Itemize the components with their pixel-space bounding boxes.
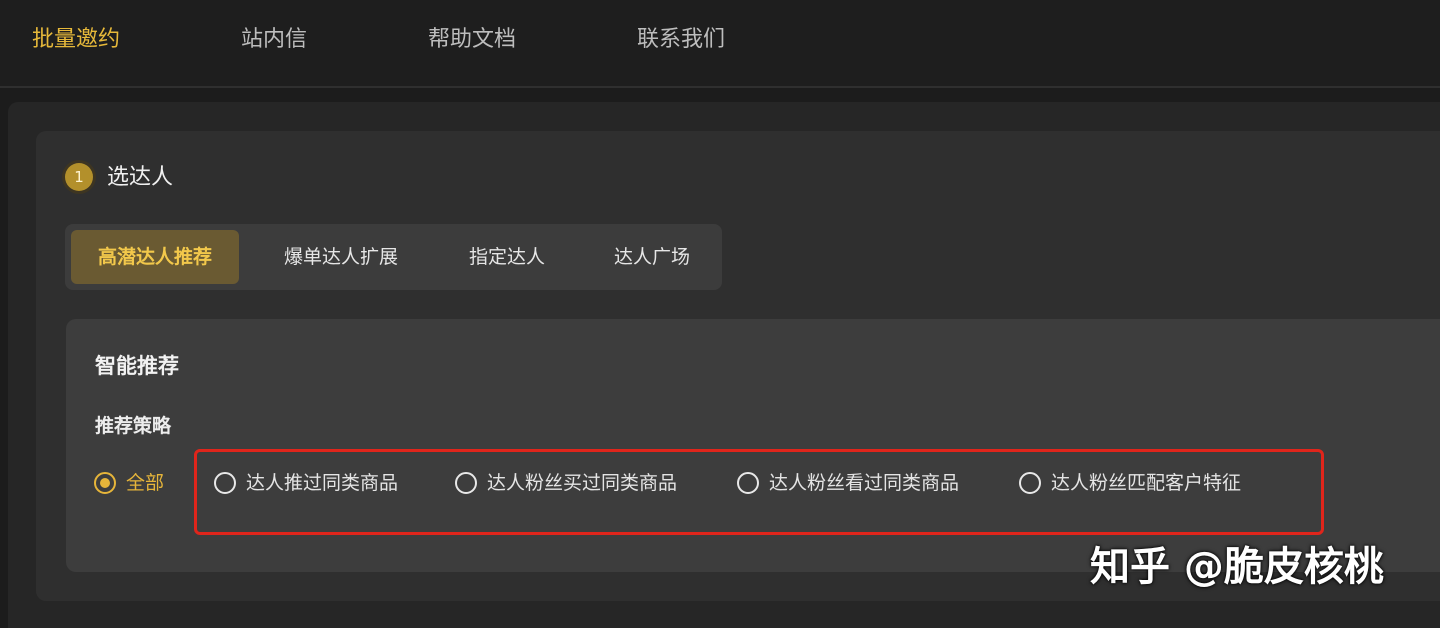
section-title: 智能推荐 (95, 354, 179, 378)
radio-label: 全部 (126, 472, 165, 494)
nav-help-docs[interactable]: 帮助文档 (428, 24, 516, 56)
step-number-badge: 1 (65, 163, 93, 191)
strategy-label: 推荐策略 (95, 415, 172, 437)
tab-hit-expansion[interactable]: 爆单达人扩展 (261, 230, 421, 284)
top-navigation: 批量邀约 站内信 帮助文档 联系我们 (0, 0, 1440, 88)
watermark: 知乎 @脆皮核桃 (1090, 544, 1384, 590)
radio-selected-icon (94, 472, 116, 494)
nav-batch-invite[interactable]: 批量邀约 (32, 24, 120, 56)
app-page: 批量邀约 站内信 帮助文档 联系我们 1 选达人 高潜达人推荐 爆单达人扩展 指… (0, 0, 1440, 628)
nav-contact-us[interactable]: 联系我们 (637, 24, 725, 56)
tab-high-potential[interactable]: 高潜达人推荐 (71, 230, 239, 284)
annotation-highlight-box (194, 449, 1324, 535)
tab-plaza[interactable]: 达人广场 (591, 230, 713, 284)
creator-source-tabs: 高潜达人推荐 爆单达人扩展 指定达人 达人广场 (65, 224, 722, 290)
tab-specified[interactable]: 指定达人 (445, 230, 569, 284)
step-title: 选达人 (107, 165, 174, 190)
nav-inbox[interactable]: 站内信 (241, 24, 307, 56)
